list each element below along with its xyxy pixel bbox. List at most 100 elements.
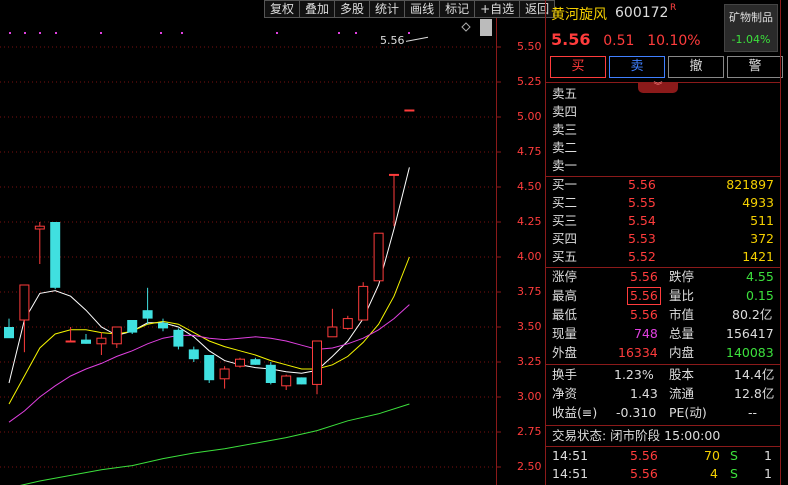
- diamond-icon[interactable]: [461, 22, 471, 32]
- sell-row-5[interactable]: 卖五: [552, 85, 774, 103]
- candle-body: [19, 284, 30, 321]
- eps-label: 收益(≡): [552, 405, 598, 420]
- buy-row-3[interactable]: 买三 5.54 511: [552, 212, 774, 230]
- draw-line-button[interactable]: 画线: [405, 0, 441, 18]
- candle: [173, 328, 184, 350]
- candle-body: [235, 358, 245, 367]
- stock-name[interactable]: 黄河旋风: [551, 4, 607, 24]
- price-axis-label: 4.50: [517, 180, 542, 193]
- price-axis-label: 4.25: [517, 215, 542, 228]
- mark-button[interactable]: 标记: [440, 0, 476, 18]
- buy-label: 买二: [552, 195, 578, 210]
- candle-body: [34, 225, 45, 230]
- buy-volume: 821897: [726, 177, 774, 192]
- current-volume-value: 748: [634, 326, 658, 341]
- add-watchlist-button[interactable]: +自选: [475, 0, 521, 18]
- current-volume-label: 现量: [552, 326, 578, 341]
- sell-label: 卖四: [552, 104, 578, 119]
- buy-button[interactable]: 买: [550, 56, 606, 78]
- candle: [358, 282, 369, 321]
- price-axis-label: 5.50: [517, 40, 542, 53]
- candle-body: [127, 320, 138, 333]
- sell-label: 卖一: [552, 158, 578, 173]
- tick-count: 1: [764, 448, 772, 463]
- candle-body: [373, 232, 384, 282]
- sell-row-4[interactable]: 卖四: [552, 103, 774, 121]
- limit-dot: [276, 32, 278, 34]
- trade-buttons: 买 卖 撤 警: [550, 56, 783, 78]
- restore-rights-button[interactable]: 复权: [264, 0, 301, 18]
- price-axis-label: 4.75: [517, 145, 542, 158]
- sector-change: -1.04%: [731, 33, 771, 46]
- buy-label: 买三: [552, 213, 578, 228]
- axis-divider: [496, 0, 497, 485]
- candle-body: [250, 359, 261, 365]
- candle-body: [173, 329, 184, 347]
- price-grid: [0, 46, 501, 468]
- sector-box[interactable]: 矿物制品 -1.04%: [724, 4, 778, 52]
- total-volume-value: 156417: [726, 326, 774, 341]
- multi-stock-button[interactable]: 多股: [335, 0, 371, 18]
- net-assets-label: 净资: [552, 386, 578, 401]
- candle: [65, 327, 76, 343]
- volume-ratio-value: 0.15: [746, 288, 774, 303]
- sell-row-2[interactable]: 卖二: [552, 139, 774, 157]
- buy-label: 买四: [552, 231, 578, 246]
- candle: [250, 357, 261, 365]
- sell-row-3[interactable]: 卖三: [552, 121, 774, 139]
- sell-row-1[interactable]: 卖一: [552, 157, 774, 175]
- limit-down-label: 跌停: [669, 269, 695, 284]
- candle: [235, 357, 245, 368]
- low-label: 最低: [552, 307, 578, 322]
- buy-volume: 1421: [742, 249, 774, 264]
- high-price-label: 5.56: [380, 34, 405, 47]
- candle: [111, 326, 122, 348]
- candle-body: [219, 368, 230, 380]
- outer-volume-value: 16334: [618, 345, 658, 360]
- chart-scroll-thumb[interactable]: [480, 19, 492, 36]
- sell-label: 卖二: [552, 140, 578, 155]
- buy-price: 5.52: [628, 249, 656, 264]
- buy-row-5[interactable]: 买五 5.52 1421: [552, 248, 774, 266]
- price-line: 5.56 0.51 10.10%: [551, 30, 701, 49]
- candle-body: [50, 222, 61, 288]
- candle-body: [281, 375, 292, 387]
- candle: [4, 318, 14, 339]
- limit-dot: [408, 32, 410, 34]
- candle: [404, 109, 415, 112]
- kline-chart[interactable]: 5.56: [0, 0, 545, 485]
- overlay-button[interactable]: 叠加: [300, 0, 336, 18]
- candle-body: [81, 339, 91, 344]
- limit-down-value: 4.55: [746, 269, 774, 284]
- price-axis-label: 5.00: [517, 110, 542, 123]
- buy-price: 5.54: [628, 213, 656, 228]
- candle: [327, 308, 338, 338]
- tick-count: 1: [764, 466, 772, 481]
- tick-side: S: [730, 466, 738, 481]
- candle: [219, 366, 230, 389]
- candle-body: [4, 327, 14, 339]
- candle-body: [327, 326, 338, 338]
- statistics-button[interactable]: 统计: [370, 0, 406, 18]
- price-alert-button[interactable]: 警: [727, 56, 783, 78]
- total-volume-label: 总量: [669, 326, 695, 341]
- sell-label: 卖三: [552, 122, 578, 137]
- share-capital-value: 14.4亿: [734, 367, 775, 382]
- candle-body: [204, 355, 215, 381]
- tick-price: 5.56: [630, 466, 658, 481]
- turnover-label: 换手: [552, 367, 578, 382]
- candle: [50, 222, 61, 290]
- margin-badge: R: [670, 3, 677, 13]
- tick-price: 5.56: [630, 448, 658, 463]
- price-axis-label: 3.75: [517, 285, 542, 298]
- buy-row-4[interactable]: 买四 5.53 372: [552, 230, 774, 248]
- last-price: 5.56: [551, 30, 591, 49]
- buy-price: 5.55: [628, 195, 656, 210]
- candle: [158, 318, 168, 332]
- buy-row-1[interactable]: 买一 5.56 821897: [552, 176, 774, 194]
- cancel-order-button[interactable]: 撤: [668, 56, 724, 78]
- sell-button[interactable]: 卖: [609, 56, 665, 78]
- divider: [546, 364, 780, 365]
- price-axis-label: 2.75: [517, 425, 542, 438]
- buy-row-2[interactable]: 买二 5.55 4933: [552, 194, 774, 212]
